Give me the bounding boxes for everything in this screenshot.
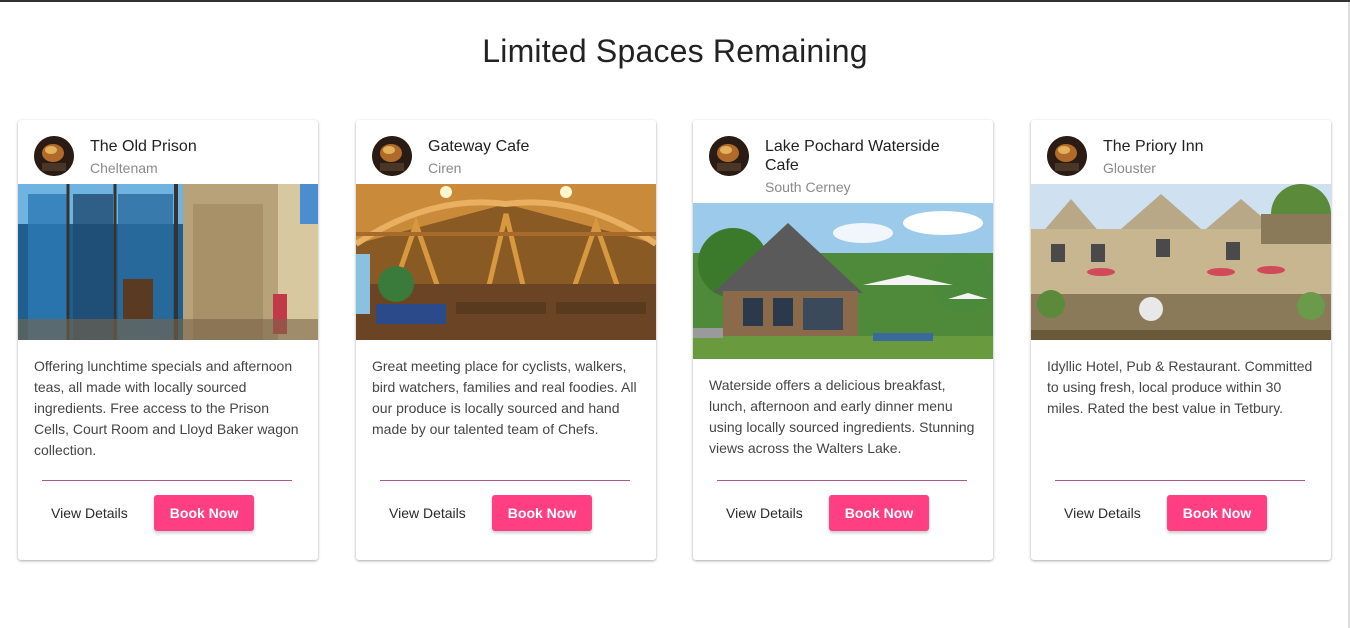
card-description: Idyllic Hotel, Pub & Restaurant. Committ…	[1047, 358, 1313, 416]
view-details-button[interactable]: View Details	[1047, 495, 1158, 531]
lakeside-cafe-photo	[693, 203, 993, 359]
card-grid: The Old Prison Cheltenam Offering luncht…	[18, 120, 1332, 562]
book-now-button[interactable]: Book Now	[491, 495, 593, 531]
card-header: Gateway Cafe Ciren	[356, 120, 656, 184]
venue-card: Gateway Cafe Ciren Great meeting place f…	[356, 120, 656, 560]
card-actions: View Details Book Now	[34, 495, 255, 531]
avatar	[372, 136, 412, 176]
divider	[42, 480, 292, 481]
card-subtitle: South Cerney	[765, 179, 851, 195]
avatar	[1047, 136, 1087, 176]
book-now-button[interactable]: Book Now	[1166, 495, 1268, 531]
card-description: Offering lunchtime specials and afternoo…	[34, 358, 299, 458]
card-title: Lake Pochard Waterside Cafe	[765, 138, 940, 174]
card-description: Waterside offers a delicious breakfast, …	[709, 377, 975, 456]
view-details-button[interactable]: View Details	[34, 495, 145, 531]
cafe-exterior-photo	[18, 184, 318, 340]
book-now-button[interactable]: Book Now	[153, 495, 255, 531]
view-details-button[interactable]: View Details	[709, 495, 820, 531]
card-title: The Old Prison	[90, 138, 197, 155]
card-actions: View Details Book Now	[709, 495, 930, 531]
avatar	[709, 136, 749, 176]
card-actions: View Details Book Now	[372, 495, 593, 531]
divider	[717, 480, 967, 481]
timber-hall-interior-photo	[356, 184, 656, 340]
card-description: Great meeting place for cyclists, walker…	[372, 358, 637, 437]
stone-inn-photo	[1031, 184, 1331, 340]
card-subtitle: Glouster	[1103, 160, 1156, 176]
card-header: The Old Prison Cheltenam	[18, 120, 318, 184]
venue-card: The Priory Inn Glouster Idyllic Hotel, P…	[1031, 120, 1331, 560]
card-header: The Priory Inn Glouster	[1031, 120, 1331, 184]
venue-card: The Old Prison Cheltenam Offering luncht…	[18, 120, 318, 560]
book-now-button[interactable]: Book Now	[828, 495, 930, 531]
avatar	[34, 136, 74, 176]
card-title: Gateway Cafe	[428, 138, 530, 155]
card-header: Lake Pochard Waterside Cafe South Cerney	[693, 120, 993, 203]
divider	[1055, 480, 1305, 481]
card-title: The Priory Inn	[1103, 138, 1204, 155]
card-actions: View Details Book Now	[1047, 495, 1268, 531]
venue-card: Lake Pochard Waterside Cafe South Cerney	[693, 120, 993, 560]
page-title: Limited Spaces Remaining	[482, 33, 868, 69]
divider	[380, 480, 630, 481]
card-subtitle: Ciren	[428, 160, 462, 176]
view-details-button[interactable]: View Details	[372, 495, 483, 531]
card-subtitle: Cheltenam	[90, 160, 158, 176]
